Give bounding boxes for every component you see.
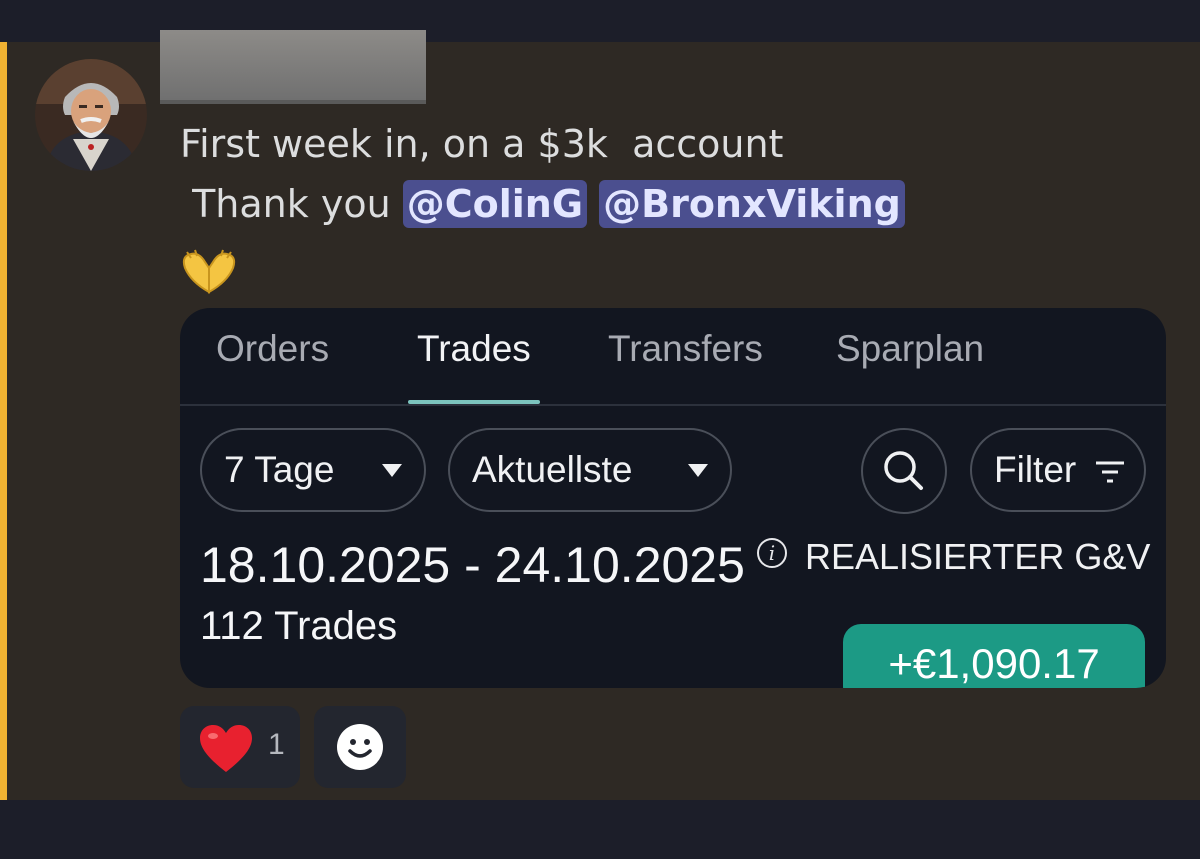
search-button[interactable]: [861, 428, 947, 514]
period-dropdown[interactable]: 7 Tage: [200, 428, 426, 512]
reaction-heart[interactable]: 1: [180, 706, 300, 788]
filter-icon: [1096, 461, 1124, 483]
date-range: 18.10.2025 - 24.10.2025: [200, 537, 745, 593]
sort-dropdown-label: Aktuellste: [472, 449, 633, 490]
chat-message: First week in, on a $3k account Thank yo…: [0, 30, 1200, 800]
username-redacted: [160, 30, 426, 100]
highlight-accent-bar: [0, 42, 7, 800]
caret-down-icon: [382, 464, 402, 477]
realized-pnl-value: +€1,090.17: [843, 624, 1145, 688]
tab-sparplan[interactable]: Sparplan: [836, 328, 984, 370]
message-text-line2: Thank you @ColinG @BronxViking: [180, 180, 905, 228]
info-icon[interactable]: i: [757, 538, 787, 568]
tab-orders[interactable]: Orders: [216, 328, 329, 370]
tab-transfers[interactable]: Transfers: [608, 328, 763, 370]
mention-coling[interactable]: @ColinG: [402, 180, 588, 228]
avatar[interactable]: [35, 59, 147, 171]
mention-bronxviking[interactable]: @BronxViking: [599, 180, 905, 228]
tab-divider: [180, 404, 1166, 406]
add-reaction-button[interactable]: [314, 706, 406, 788]
search-icon: [884, 451, 923, 490]
filter-button-label: Filter: [994, 449, 1077, 490]
message-text-line1: First week in, on a $3k account: [180, 122, 784, 166]
reaction-count: 1: [268, 728, 285, 761]
red-heart-emoji: [200, 725, 252, 772]
bottom-bar: [0, 800, 1200, 859]
thank-you-text: Thank you: [180, 182, 403, 226]
period-dropdown-label: 7 Tage: [224, 449, 335, 490]
add-reaction-icon: [337, 724, 383, 770]
trades-count: 112 Trades: [200, 604, 398, 648]
caret-down-icon: [688, 464, 708, 477]
tab-trades[interactable]: Trades: [417, 328, 531, 370]
realized-pnl-label: REALISIERTER G&V: [805, 536, 1151, 577]
filter-button[interactable]: Filter: [970, 428, 1146, 512]
trading-screenshot-card: Orders Trades Transfers Sparplan 7 Tage …: [180, 308, 1166, 688]
sort-dropdown[interactable]: Aktuellste: [448, 428, 732, 512]
heart-hands-emoji: [177, 248, 241, 298]
